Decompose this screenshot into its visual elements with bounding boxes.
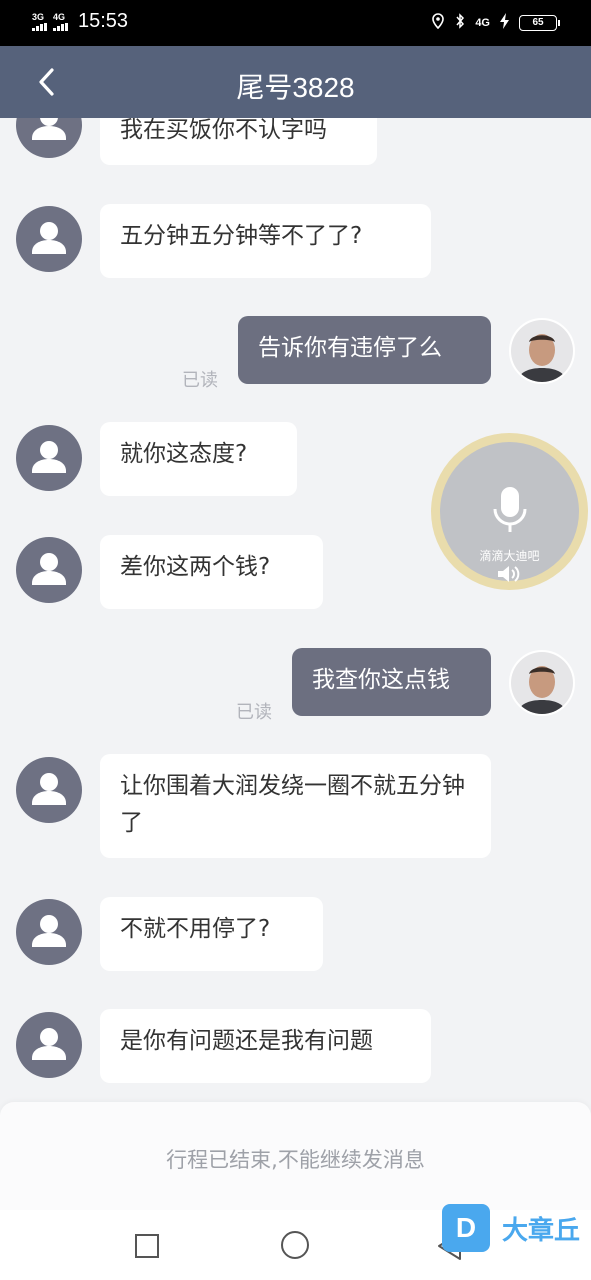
user-icon — [32, 222, 66, 254]
voice-assistant-label: 滴滴大迪吧 — [479, 549, 540, 563]
driver-avatar[interactable] — [16, 899, 82, 965]
bluetooth-icon — [455, 13, 465, 32]
user-icon — [32, 1028, 66, 1060]
user-icon — [32, 915, 66, 947]
network-type: 4G — [475, 16, 490, 29]
message-bubble[interactable]: 让你围着大润发绕一圈不就五分钟了 — [100, 754, 491, 858]
clock: 15:53 — [78, 10, 129, 32]
signal-icon: 4G — [53, 11, 68, 31]
message-bubble-sent[interactable]: 我查你这点钱 — [292, 648, 491, 716]
speaker-icon — [498, 566, 520, 582]
recents-button[interactable] — [135, 1234, 159, 1258]
trip-ended-text: 行程已结束,不能继续发消息 — [166, 1148, 425, 1172]
user-icon — [32, 773, 66, 805]
driver-avatar[interactable] — [16, 537, 82, 603]
message-bubble[interactable]: 不就不用停了? — [100, 897, 323, 971]
voice-assistant-button[interactable]: 滴滴大迪吧 — [431, 433, 588, 590]
message-bubble[interactable]: 我在买饭你不认字吗 — [100, 118, 377, 165]
driver-avatar[interactable] — [16, 206, 82, 272]
watermark-text: 大章丘 — [502, 1215, 581, 1246]
read-receipt: 已读 — [182, 370, 218, 391]
network-type: 4G — [53, 11, 66, 22]
user-avatar[interactable] — [509, 650, 575, 716]
read-receipt: 已读 — [236, 702, 272, 723]
trip-ended-bar: 行程已结束,不能继续发消息 — [0, 1102, 591, 1210]
message-bubble[interactable]: 就你这态度? — [100, 422, 297, 496]
microphone-icon — [493, 487, 527, 532]
chat-area[interactable]: 我在买饭你不认字吗 五分钟五分钟等不了了? 已读 告诉你有违停了么 就你这态度?… — [0, 118, 591, 1102]
location-icon — [431, 13, 445, 32]
signal-icon: 3G — [32, 11, 47, 31]
charging-icon — [500, 13, 509, 32]
page-title: 尾号3828 — [236, 72, 355, 103]
watermark-logo: D — [442, 1204, 490, 1252]
nav-bar: 尾号3828 — [0, 46, 591, 118]
user-icon — [32, 441, 66, 473]
message-bubble[interactable]: 五分钟五分钟等不了了? — [100, 204, 431, 278]
battery-level: 65 — [532, 17, 544, 28]
user-avatar[interactable] — [509, 318, 575, 384]
driver-avatar[interactable] — [16, 425, 82, 491]
driver-avatar[interactable] — [16, 1012, 82, 1078]
message-bubble[interactable]: 是你有问题还是我有问题 — [100, 1009, 431, 1083]
user-icon — [32, 553, 66, 585]
network-type: 3G — [32, 11, 45, 22]
watermark: D 大章丘 — [442, 1204, 580, 1252]
message-bubble-sent[interactable]: 告诉你有违停了么 — [238, 316, 491, 384]
home-button[interactable] — [281, 1231, 309, 1259]
driver-avatar[interactable] — [16, 118, 82, 158]
user-photo — [511, 320, 573, 382]
message-bubble[interactable]: 差你这两个钱? — [100, 535, 323, 609]
driver-avatar[interactable] — [16, 757, 82, 823]
user-icon — [32, 118, 66, 140]
user-photo — [511, 652, 573, 714]
status-bar: 3G 4G 15:53 4G 65 — [0, 0, 591, 46]
battery-icon: 65 — [519, 14, 560, 31]
